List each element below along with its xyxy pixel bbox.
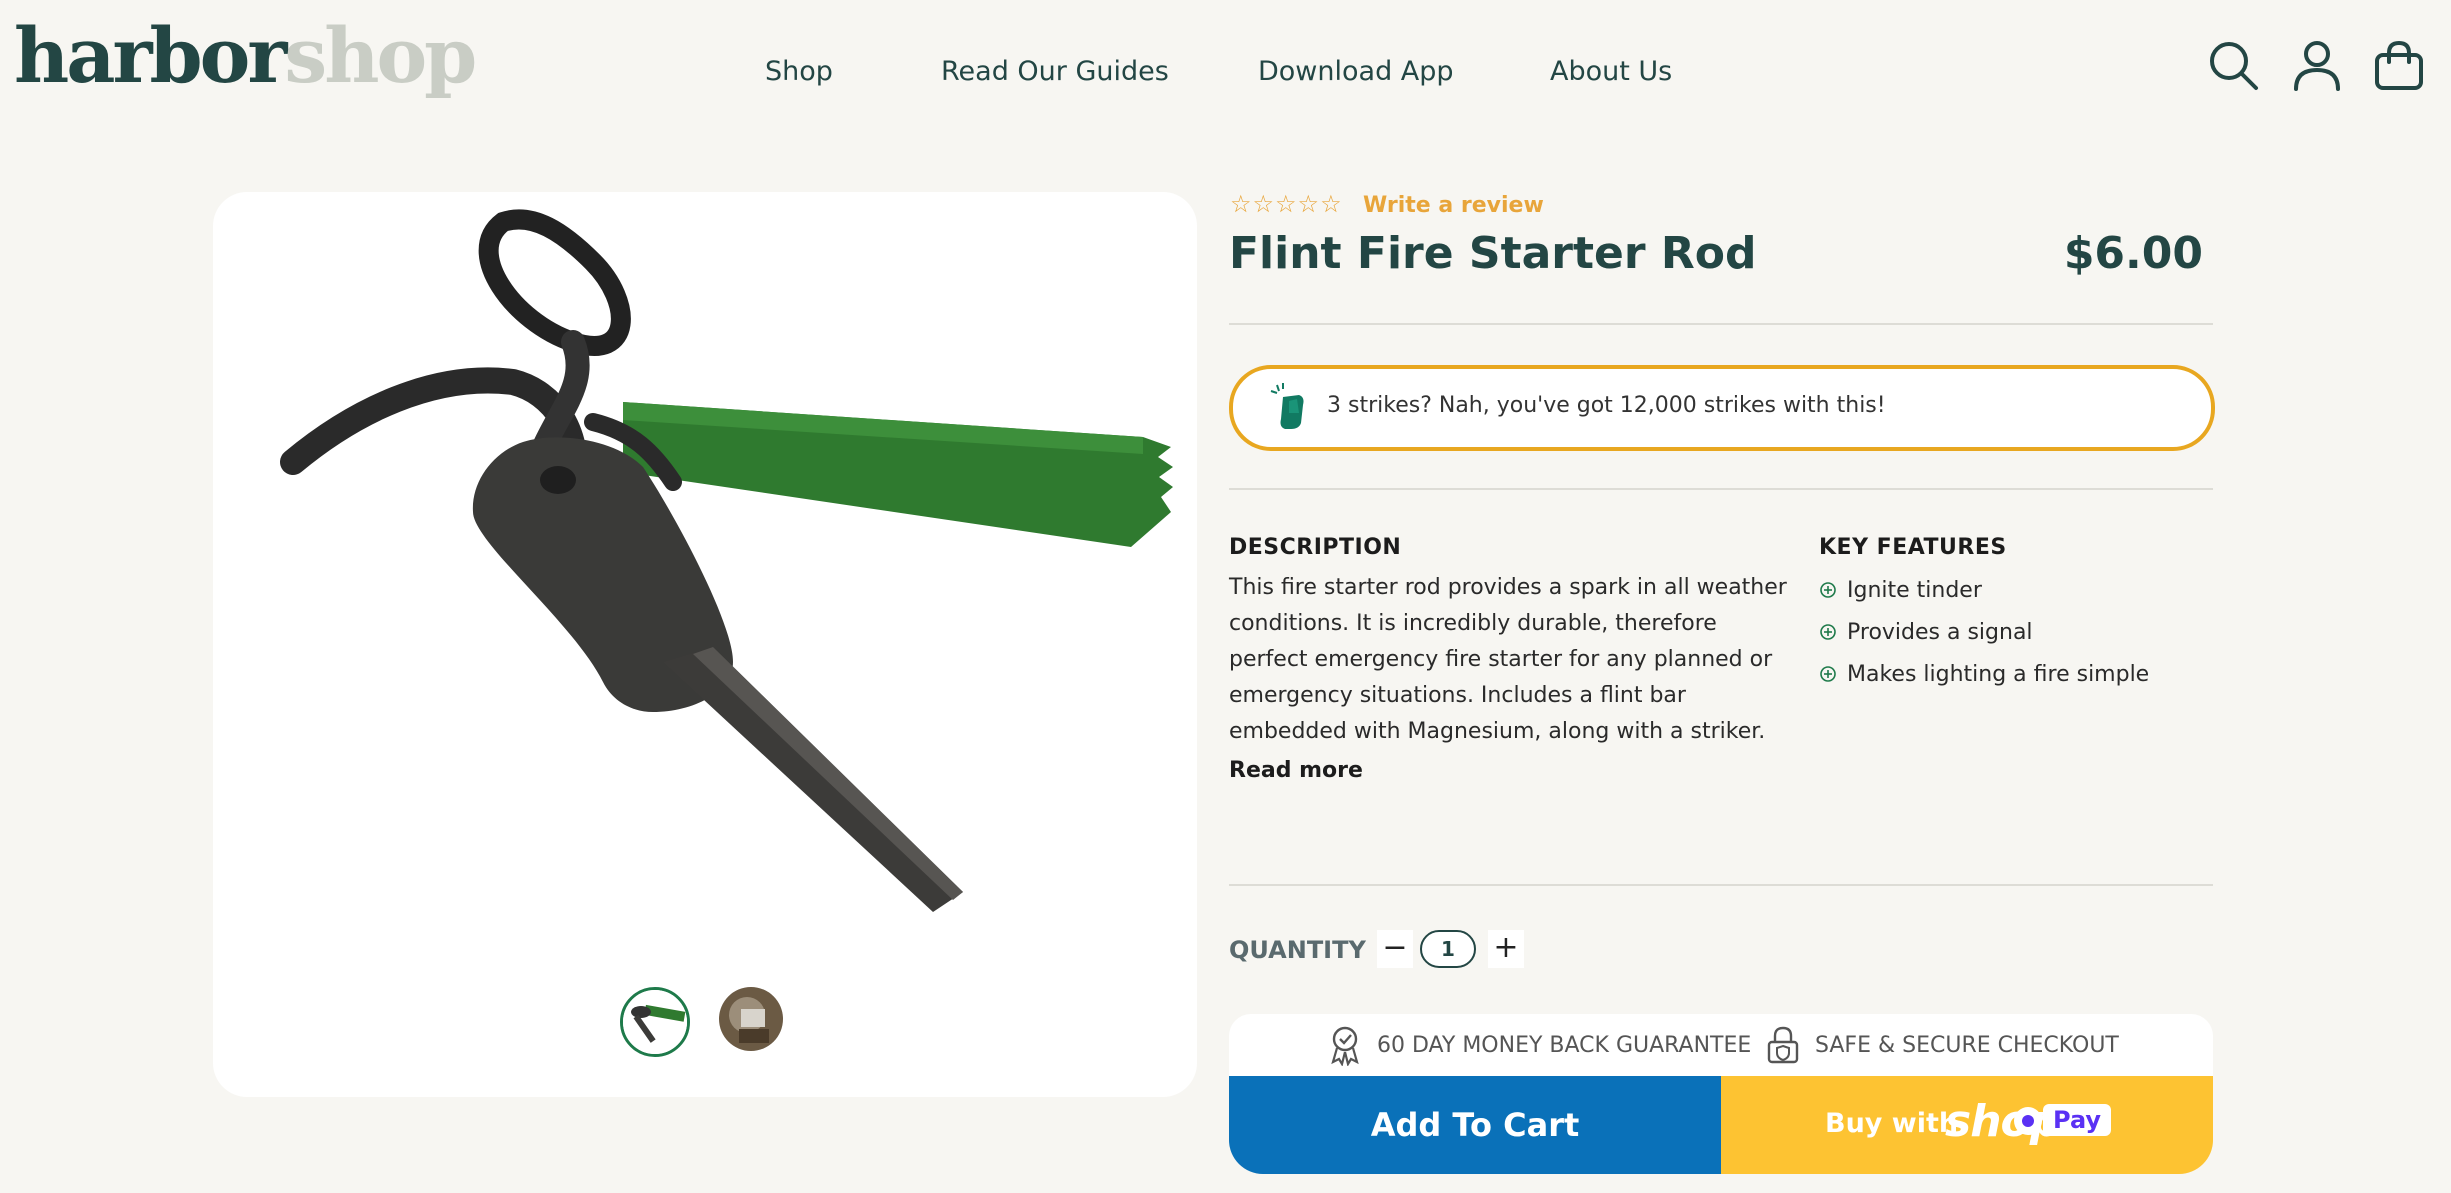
divider — [1229, 884, 2213, 886]
account-icon[interactable] — [2290, 38, 2344, 92]
feature-item: Provides a signal — [1819, 612, 2209, 654]
product-gallery — [213, 192, 1197, 1097]
add-to-cart-button[interactable]: Add To Cart — [1229, 1076, 1721, 1174]
product-image[interactable] — [213, 192, 1197, 972]
promo-text: 3 strikes? Nah, you've got 12,000 strike… — [1327, 393, 1886, 418]
nav-download-app[interactable]: Download App — [1258, 56, 1454, 87]
description-heading: DESCRIPTION — [1229, 535, 1402, 560]
features-list: Ignite tinder Provides a signal Makes li… — [1819, 570, 2209, 696]
nav-read-our-guides[interactable]: Read Our Guides — [941, 56, 1169, 87]
cart-icon[interactable] — [2372, 38, 2426, 92]
buy-with-shop-pay-button[interactable]: Buy with shop Pay — [1721, 1076, 2213, 1174]
product-title: Flint Fire Starter Rod — [1229, 228, 1757, 279]
key-features-section: KEY FEATURES Ignite tinder Provides a si… — [1819, 535, 2209, 696]
quantity-decrement-button[interactable]: − — [1377, 930, 1413, 968]
write-review-link[interactable]: Write a review — [1363, 193, 1544, 218]
plus-circle-icon — [1819, 572, 1837, 598]
key-features-heading: KEY FEATURES — [1819, 535, 2007, 560]
quantity-increment-button[interactable]: + — [1488, 930, 1524, 968]
plus-circle-icon — [1819, 656, 1837, 682]
nav-about-us[interactable]: About Us — [1550, 56, 1672, 87]
padlock-shield-icon — [1763, 1024, 1803, 1066]
plus-circle-icon — [1819, 614, 1837, 640]
read-more-link[interactable]: Read more — [1229, 758, 1789, 783]
award-ribbon-icon — [1325, 1024, 1365, 1067]
site-logo[interactable]: harborshop — [14, 18, 477, 94]
divider — [1229, 323, 2213, 325]
trust-badges: 60 DAY MONEY BACK GUARANTEE SAFE & SECUR… — [1229, 1014, 2213, 1076]
gallery-thumbnail-1[interactable] — [620, 987, 690, 1057]
promo-banner: 3 strikes? Nah, you've got 12,000 strike… — [1229, 365, 2215, 451]
product-price: $6.00 — [2063, 228, 2203, 279]
divider — [1229, 488, 2213, 490]
money-back-text: 60 DAY MONEY BACK GUARANTEE — [1377, 1033, 1752, 1058]
nav-shop[interactable]: Shop — [765, 56, 833, 87]
star-rating[interactable]: ☆☆☆☆☆ — [1230, 190, 1343, 218]
gallery-thumbnail-2[interactable] — [719, 987, 783, 1051]
quantity-label: QUANTITY — [1229, 936, 1366, 964]
feature-item: Makes lighting a fire simple — [1819, 654, 2209, 696]
clapping-hand-icon — [1269, 383, 1315, 433]
shop-pay-dot-icon — [2014, 1107, 2042, 1135]
search-icon[interactable] — [2206, 38, 2260, 92]
pay-badge: Pay — [2043, 1104, 2112, 1136]
quantity-input[interactable] — [1420, 930, 1476, 968]
site-header: harborshop Shop Read Our Guides Download… — [0, 0, 2451, 140]
description-section: DESCRIPTION This fire starter rod provid… — [1229, 535, 1789, 783]
buy-with-label: Buy with — [1825, 1108, 1959, 1139]
feature-item: Ignite tinder — [1819, 570, 2209, 612]
description-text: This fire starter rod provides a spark i… — [1229, 575, 1787, 744]
secure-checkout-text: SAFE & SECURE CHECKOUT — [1815, 1033, 2119, 1058]
